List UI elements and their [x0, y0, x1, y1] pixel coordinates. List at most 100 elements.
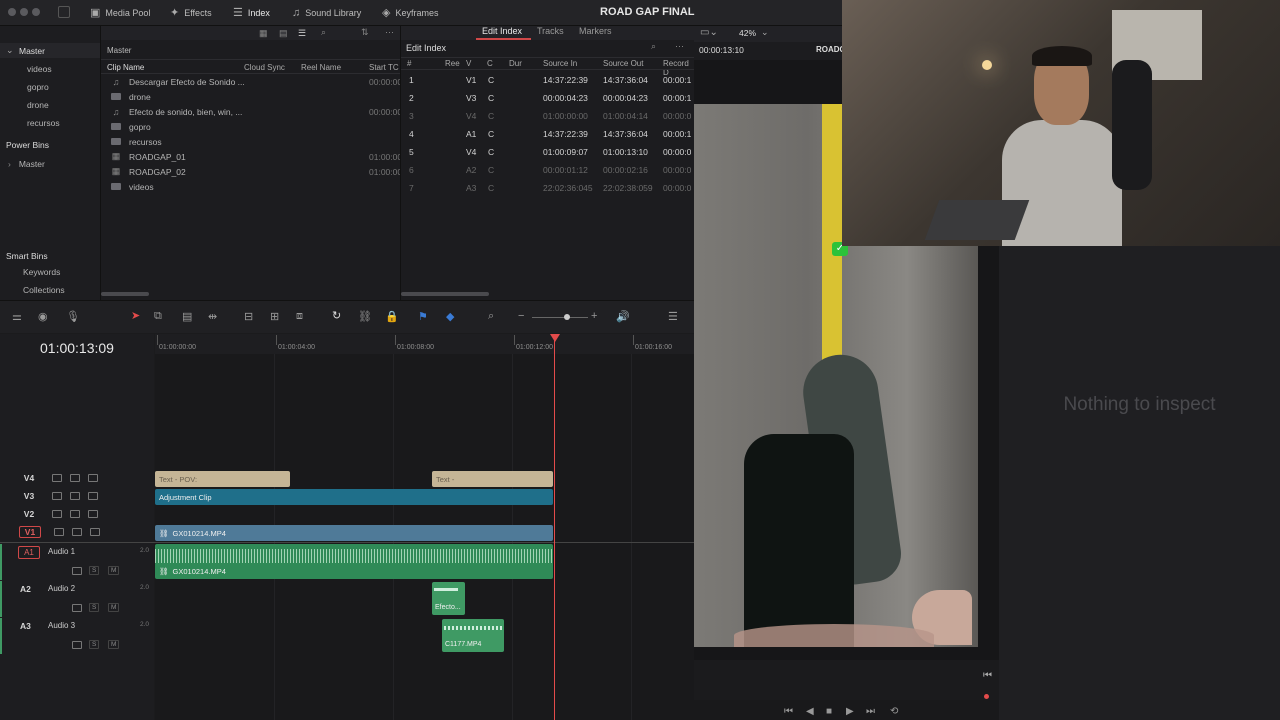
volume-icon[interactable]: 🔊 — [616, 310, 630, 323]
mute-button[interactable]: M — [108, 640, 120, 649]
video-clip-gx010214[interactable]: ⛓ GX010214.MP4 — [155, 525, 553, 541]
audio-clip-c1177[interactable]: C1177.MP4 — [442, 619, 504, 652]
auto-track-icon[interactable] — [72, 604, 82, 612]
smart-bin-keywords[interactable]: Keywords — [23, 264, 60, 279]
loop-icon[interactable]: ⟲ — [890, 706, 898, 717]
tab-sound-library[interactable]: ♫ Sound Library — [292, 4, 361, 21]
zoom-slider[interactable] — [532, 317, 588, 318]
auto-track-icon[interactable] — [72, 567, 82, 575]
mute-button[interactable]: M — [108, 566, 120, 575]
lock-track-icon[interactable] — [52, 474, 62, 482]
media-pool-item[interactable]: ▦ ROADGAP_02 01:00:00 — [101, 164, 402, 179]
smart-bin-collections[interactable]: Collections — [23, 282, 65, 297]
disable-track-icon[interactable] — [90, 528, 100, 536]
list-view-icon[interactable]: ☰ — [298, 28, 306, 39]
solo-button[interactable]: S — [89, 640, 100, 649]
timeline-playhead[interactable] — [554, 334, 555, 720]
disable-track-icon[interactable] — [88, 510, 98, 518]
media-pool-item[interactable]: recursos — [101, 134, 400, 149]
edit-index-row[interactable]: 1 V1 C 14:37:22:39 14:37:36:04 00:00:1 — [401, 71, 694, 89]
edit-index-row[interactable]: 5 V4 C 01:00:09:07 01:00:13:10 00:00:0 — [401, 143, 694, 161]
chevron-down-icon[interactable]: ⌄ — [761, 27, 769, 38]
stop-icon[interactable]: ■ — [826, 706, 832, 717]
edit-index-row[interactable]: 3 V4 C 01:00:00:00 01:00:04:14 00:00:0 — [401, 107, 694, 125]
horizontal-scrollbar[interactable] — [101, 292, 149, 296]
lock-track-icon[interactable] — [52, 510, 62, 518]
power-bin-master[interactable]: › Master — [8, 156, 45, 171]
column-reel-name[interactable]: Reel Name — [301, 63, 341, 72]
tab-media-pool[interactable]: ▣ Media Pool — [90, 4, 150, 21]
bin-master[interactable]: ⌄ Master — [0, 43, 100, 58]
fast-forward-icon[interactable]: ⏭ — [866, 706, 875, 717]
more-options-icon[interactable]: ⋯ — [675, 41, 684, 52]
play-icon[interactable]: ▶ — [846, 706, 854, 717]
media-pool-item[interactable]: gopro — [101, 119, 400, 134]
skip-to-end-icon[interactable]: ⏮ — [983, 670, 992, 681]
sort-icon[interactable]: ⇅ — [361, 27, 369, 38]
zoom-level[interactable]: 42% — [739, 28, 756, 38]
window-close-button[interactable] — [8, 8, 16, 16]
bin-item-drone[interactable]: drone — [27, 97, 49, 112]
overwrite-clip-icon[interactable]: ⊞ — [270, 310, 279, 323]
edit-index-row[interactable]: 4 A1 C 14:37:22:39 14:37:36:04 00:00:1 — [401, 125, 694, 143]
auto-track-icon[interactable] — [72, 641, 82, 649]
column-cloud-sync[interactable]: Cloud Sync — [244, 63, 285, 72]
media-pool-item[interactable]: ▦ ROADGAP_01 01:00:00 — [101, 149, 402, 164]
snapping-icon[interactable]: ↻ — [332, 309, 341, 322]
track-header-a1[interactable]: A1 Audio 1 2.0 S M — [0, 544, 156, 580]
panel-toggle-icon[interactable] — [58, 6, 70, 18]
auto-track-icon[interactable] — [70, 474, 80, 482]
bin-item-videos[interactable]: videos — [27, 61, 52, 76]
search-icon[interactable]: ⌕ — [321, 27, 326, 38]
rewind-icon[interactable]: ⏮ — [784, 706, 793, 717]
flag-icon[interactable]: ⚑ — [418, 310, 428, 323]
track-header-v3[interactable]: V3 — [0, 487, 154, 505]
reverse-icon[interactable]: ◀ — [806, 706, 814, 717]
column-start-tc[interactable]: Start TC — [369, 63, 399, 72]
media-pool-item[interactable]: ♫ Descargar Efecto de Sonido ... 00:00:00 — [101, 74, 402, 89]
solo-button[interactable]: S — [89, 566, 100, 575]
column-clip-name[interactable]: Clip Name — [107, 63, 144, 72]
bin-item-recursos[interactable]: recursos — [27, 115, 60, 130]
window-minimize-button[interactable] — [20, 8, 28, 16]
tab-keyframes[interactable]: ◈ Keyframes — [382, 4, 438, 21]
tab-edit-index[interactable]: Edit Index — [482, 26, 522, 36]
timeline-options-icon[interactable]: ☰ — [668, 310, 678, 323]
zoom-in-icon[interactable]: + — [591, 310, 597, 322]
scrubber-playhead[interactable] — [984, 694, 989, 699]
edit-index-row[interactable]: 2 V3 C 00:00:04:23 00:00:04:23 00:00:1 — [401, 89, 694, 107]
zoom-slider-handle[interactable] — [564, 314, 570, 320]
horizontal-scrollbar[interactable] — [401, 292, 489, 296]
microphone-icon[interactable]: 🎙 — [66, 310, 80, 323]
bin-item-gopro[interactable]: gopro — [27, 79, 49, 94]
media-pool-item[interactable]: videos — [101, 179, 400, 194]
zoom-icon[interactable]: ⌕ — [488, 310, 494, 323]
playhead-handle[interactable] — [550, 334, 560, 342]
trim-tool-icon[interactable]: ⧉ — [154, 310, 162, 323]
lock-track-icon[interactable] — [54, 528, 64, 536]
media-pool-item[interactable]: ♫ Efecto de sonido, bien, win, ... 00:00:0… — [101, 104, 402, 119]
disable-track-icon[interactable] — [88, 474, 98, 482]
track-header-v4[interactable]: V4 — [0, 469, 154, 487]
edit-index-row[interactable]: 7 A3 C 22:02:36:045 22:02:38:059 00:00:0 — [401, 179, 694, 197]
blade-tool-icon[interactable]: ▤ — [182, 310, 192, 323]
text-clip[interactable]: Text - — [432, 471, 553, 487]
adjustment-clip[interactable]: Adjustment Clip — [155, 489, 553, 505]
flags-icon[interactable]: ◉ — [38, 310, 48, 323]
tab-markers[interactable]: Markers — [579, 26, 612, 36]
thumbnail-view-icon[interactable]: ▦ — [259, 28, 268, 39]
track-header-a2[interactable]: A2 Audio 2 2.0 S M — [0, 581, 156, 617]
tab-index[interactable]: ☰ Index — [233, 4, 270, 21]
audio-clip-efecto[interactable]: Efecto... — [432, 582, 465, 615]
edit-index-row[interactable]: 6 A2 C 00:00:01:12 00:00:02:16 00:00:0 — [401, 161, 694, 179]
viewer-layout-icon[interactable]: ▭⌄ — [700, 27, 718, 38]
disable-track-icon[interactable] — [88, 492, 98, 500]
auto-track-icon[interactable] — [72, 528, 82, 536]
lock-track-icon[interactable] — [52, 492, 62, 500]
track-header-a3[interactable]: A3 Audio 3 2.0 S M — [0, 618, 156, 654]
replace-clip-icon[interactable]: ⧈ — [296, 310, 303, 323]
mute-button[interactable]: M — [108, 603, 120, 612]
tab-tracks[interactable]: Tracks — [537, 26, 564, 36]
media-pool-item[interactable]: drone — [101, 89, 400, 104]
insert-clip-icon[interactable]: ⊟ — [244, 310, 253, 323]
